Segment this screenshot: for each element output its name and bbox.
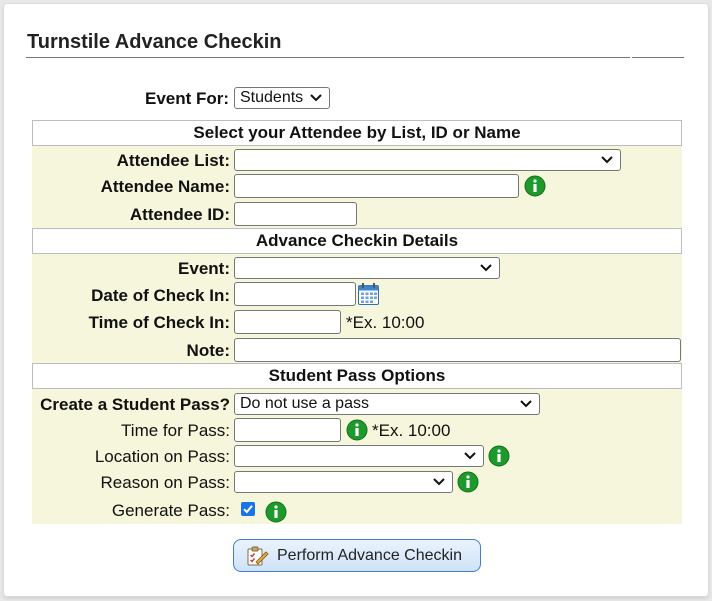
pass-time-label: Time for Pass: [121, 421, 230, 440]
checklist-pencil-icon [247, 546, 269, 566]
create-pass-value: Do not use a pass [240, 395, 369, 412]
create-pass-select[interactable]: Do not use a pass [234, 393, 540, 415]
attendee-name-input[interactable] [234, 174, 519, 198]
attendee-id-label: Attendee ID: [129, 205, 230, 224]
time-hint: *Ex. 10:00 [346, 313, 425, 332]
calendar-icon[interactable] [358, 283, 379, 305]
location-select[interactable] [234, 445, 484, 467]
create-pass-label: Create a Student Pass? [40, 395, 230, 414]
page-title: Turnstile Advance Checkin [27, 31, 282, 53]
event-for-label: Event For: [145, 89, 230, 108]
time-label: Time of Check In: [88, 313, 230, 332]
info-icon[interactable] [265, 501, 287, 523]
info-icon[interactable] [457, 471, 479, 493]
perform-advance-checkin-button[interactable]: Perform Advance Checkin [233, 539, 481, 572]
event-for-value: Students [240, 89, 304, 106]
attendee-list-label: Attendee List: [116, 151, 230, 170]
perform-button-label: Perform Advance Checkin [277, 547, 462, 564]
title-divider-right [632, 57, 684, 58]
title-divider [26, 57, 630, 58]
event-select[interactable] [234, 257, 500, 279]
chevron-down-icon [480, 264, 492, 272]
section-pass-header: Student Pass Options [32, 363, 682, 389]
note-input[interactable] [234, 338, 681, 362]
info-icon[interactable] [524, 175, 546, 197]
event-for-select[interactable]: Students [234, 87, 330, 109]
reason-label: Reason on Pass: [100, 473, 230, 492]
pass-time-input[interactable] [234, 418, 341, 442]
chevron-down-icon [520, 400, 532, 408]
date-input[interactable] [234, 282, 356, 306]
checkmark-icon [243, 505, 253, 514]
location-label: Location on Pass: [94, 447, 230, 466]
chevron-down-icon [464, 452, 476, 460]
chevron-down-icon [601, 156, 613, 164]
info-icon[interactable] [346, 419, 368, 441]
chevron-down-icon [310, 94, 322, 102]
generate-pass-checkbox[interactable] [241, 502, 255, 516]
attendee-id-input[interactable] [234, 202, 357, 226]
pass-time-hint: *Ex. 10:00 [372, 421, 451, 440]
time-input[interactable] [234, 310, 341, 334]
generate-pass-label: Generate Pass: [111, 501, 230, 520]
date-label: Date of Check In: [91, 286, 230, 305]
section-attendee-header: Select your Attendee by List, ID or Name [32, 120, 682, 146]
info-icon[interactable] [488, 445, 510, 467]
attendee-name-label: Attendee Name: [100, 177, 230, 196]
chevron-down-icon [433, 478, 445, 486]
attendee-list-select[interactable] [234, 149, 621, 171]
note-label: Note: [186, 341, 230, 360]
reason-select[interactable] [234, 471, 453, 493]
section-details-header: Advance Checkin Details [32, 228, 682, 254]
event-label: Event: [178, 259, 230, 278]
